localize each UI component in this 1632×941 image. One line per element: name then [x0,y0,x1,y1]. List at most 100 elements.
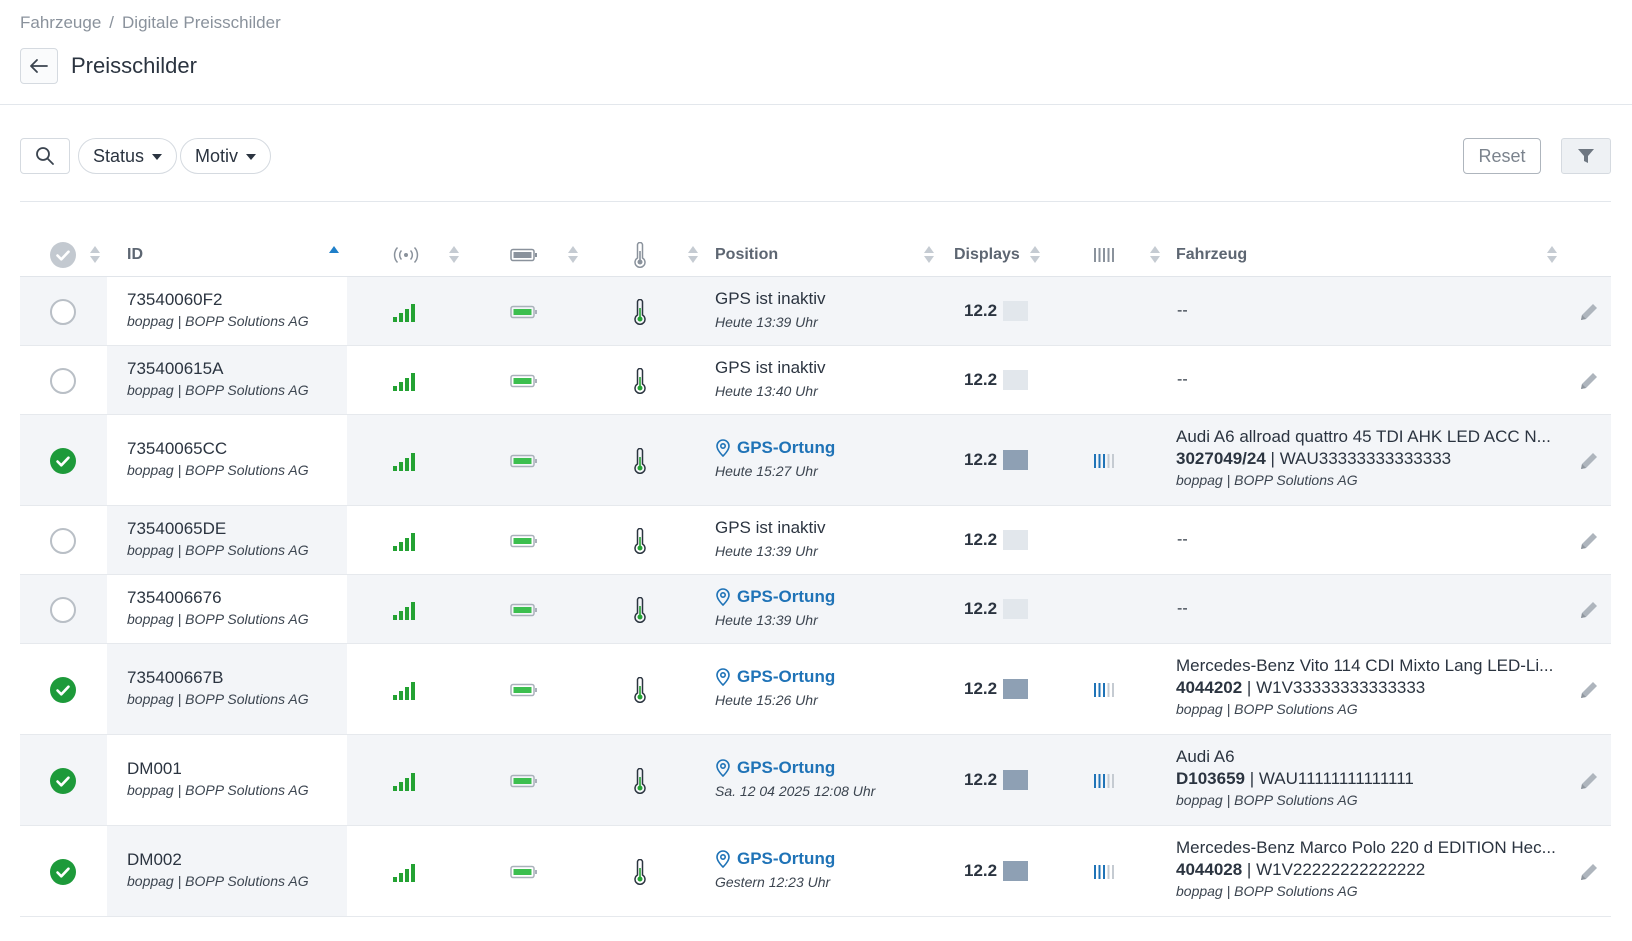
breadcrumb: Fahrzeuge / Digitale Preisschilder [20,13,281,33]
position-timestamp: Sa. 12 04 2025 12:08 Uhr [715,782,876,799]
gps-location-link[interactable]: GPS-Ortung [715,438,835,458]
pencil-icon[interactable] [1578,599,1600,626]
vehicle-vin: W1V22222222222222 [1256,859,1426,879]
price-tag-id[interactable]: 73540065CC [127,439,309,459]
battery-full-icon [510,534,538,553]
column-header-displays[interactable]: Displays [954,232,1020,277]
display-preview[interactable] [1003,450,1029,471]
gps-location-link[interactable]: GPS-Ortung [715,587,835,607]
battery-full-icon [510,603,538,622]
gps-location-link[interactable]: GPS-Ortung [715,849,835,869]
vehicle-name-link[interactable]: Audi A6 allroad quattro 45 TDI AHK LED A… [1176,427,1551,447]
pencil-icon[interactable] [1578,370,1600,397]
table-row: 73540065DE boppag | BOPP Solutions AG GPS … [20,506,1611,575]
status-filter-dropdown[interactable]: Status [78,138,178,174]
table-row: DM001 boppag | BOPP Solutions AG GPS-Ortun… [20,735,1611,826]
thermometer-icon [633,447,647,479]
checked-circle-icon[interactable] [50,858,76,885]
checked-circle-icon[interactable] [50,447,76,474]
sort-vehicle-icon[interactable] [1547,244,1557,266]
pencil-icon[interactable] [1578,679,1600,706]
select-all-checkbox[interactable] [50,232,76,277]
pencil-icon[interactable] [1578,450,1600,477]
unchecked-circle-icon[interactable] [50,527,76,554]
display-preview[interactable] [1003,861,1029,882]
barcode-icon [1094,247,1114,262]
checked-circle-icon[interactable] [50,676,76,703]
pencil-icon[interactable] [1578,530,1600,557]
column-header-barcode[interactable] [1093,232,1117,277]
display-preview[interactable] [1003,679,1029,700]
reset-button[interactable]: Reset [1463,138,1541,174]
identifier-separator: | [1242,677,1257,697]
sort-position-icon[interactable] [924,244,934,266]
id-cell: 73540065CC boppag | BOPP Solutions AG [127,439,309,478]
unchecked-circle-icon[interactable] [50,596,76,623]
sort-signal-icon[interactable] [449,244,459,266]
vehicle-name-link[interactable]: Audi A6 [1176,747,1414,767]
position-cell: GPS-Ortung Heute 15:26 Uhr [715,667,835,708]
sort-barcode-icon[interactable] [1150,244,1160,266]
breadcrumb-separator: / [109,13,115,32]
table-row: DM002 boppag | BOPP Solutions AG GPS-Ortun… [20,826,1611,917]
unchecked-circle-icon[interactable] [50,367,76,394]
display-preview[interactable] [1003,301,1029,322]
displays-cell: 12.2 [964,370,1029,391]
id-cell: 7354006676 boppag | BOPP Solutions AG [127,588,309,627]
pencil-icon[interactable] [1578,770,1600,797]
column-header-battery[interactable] [510,232,538,277]
position-timestamp: Heute 13:39 Uhr [715,313,818,330]
motiv-filter-dropdown[interactable]: Motiv [180,138,272,174]
gps-location-link[interactable]: GPS-Ortung [715,758,875,778]
position-cell: GPS-Ortung Heute 15:27 Uhr [715,438,835,479]
unchecked-circle-icon[interactable] [50,298,76,325]
display-preview[interactable] [1003,770,1029,791]
display-size: 12.2 [964,860,998,880]
column-header-id[interactable]: ID [127,232,143,277]
thermometer-icon [633,527,647,559]
pencil-icon[interactable] [1578,861,1600,888]
position-timestamp: Heute 15:27 Uhr [715,462,818,479]
battery-full-icon [510,683,538,702]
price-tag-id[interactable]: 73540065DE [127,519,309,539]
gps-location-link[interactable]: GPS-Ortung [715,667,835,687]
price-tag-id[interactable]: 735400667B [127,668,309,688]
id-cell: 735400667B boppag | BOPP Solutions AG [127,668,309,707]
table-row: 7354006676 boppag | BOPP Solutions AG GPS-… [20,575,1611,644]
gps-status-text: GPS ist inaktiv [715,357,826,377]
filter-button[interactable] [1561,138,1611,174]
id-cell: DM001 boppag | BOPP Solutions AG [127,759,309,798]
map-pin-icon [716,667,730,686]
display-preview[interactable] [1003,599,1029,620]
sort-asc-icon[interactable] [329,244,339,266]
checked-circle-icon[interactable] [50,767,76,794]
vehicle-name-link[interactable]: Mercedes-Benz Vito 114 CDI Mixto Lang LE… [1176,656,1553,676]
breadcrumb-item-current: Digitale Preisschilder [122,13,281,32]
sort-select-icon[interactable] [90,244,100,266]
vehicle-cell: Mercedes-Benz Marco Polo 220 d EDITION H… [1176,838,1556,899]
price-tag-id[interactable]: DM002 [127,850,309,870]
column-header-signal[interactable] [391,232,421,277]
column-header-vehicle[interactable]: Fahrzeug [1176,232,1247,277]
column-header-temperature[interactable] [633,232,647,277]
display-size: 12.2 [964,598,998,618]
breadcrumb-item-fahrzeuge[interactable]: Fahrzeuge [20,13,101,32]
sort-displays-icon[interactable] [1030,244,1040,266]
sort-battery-icon[interactable] [568,244,578,266]
display-preview[interactable] [1003,370,1029,391]
vehicle-name-link[interactable]: Mercedes-Benz Marco Polo 220 d EDITION H… [1176,838,1556,858]
pencil-icon[interactable] [1578,301,1600,328]
barcode-icon [1093,682,1117,703]
price-tag-id[interactable]: DM001 [127,759,309,779]
position-cell: GPS ist inaktiv Heute 13:40 Uhr [715,358,826,399]
price-tag-id[interactable]: 7354006676 [127,588,309,608]
battery-full-icon [510,865,538,884]
back-button[interactable] [20,48,58,84]
sort-temperature-icon[interactable] [688,244,698,266]
price-tag-id[interactable]: 735400615A [127,359,309,379]
display-preview[interactable] [1003,530,1029,551]
search-button[interactable] [20,138,70,174]
column-header-position[interactable]: Position [715,232,778,277]
position-timestamp: Heute 15:26 Uhr [715,691,818,708]
price-tag-id[interactable]: 73540060F2 [127,290,309,310]
